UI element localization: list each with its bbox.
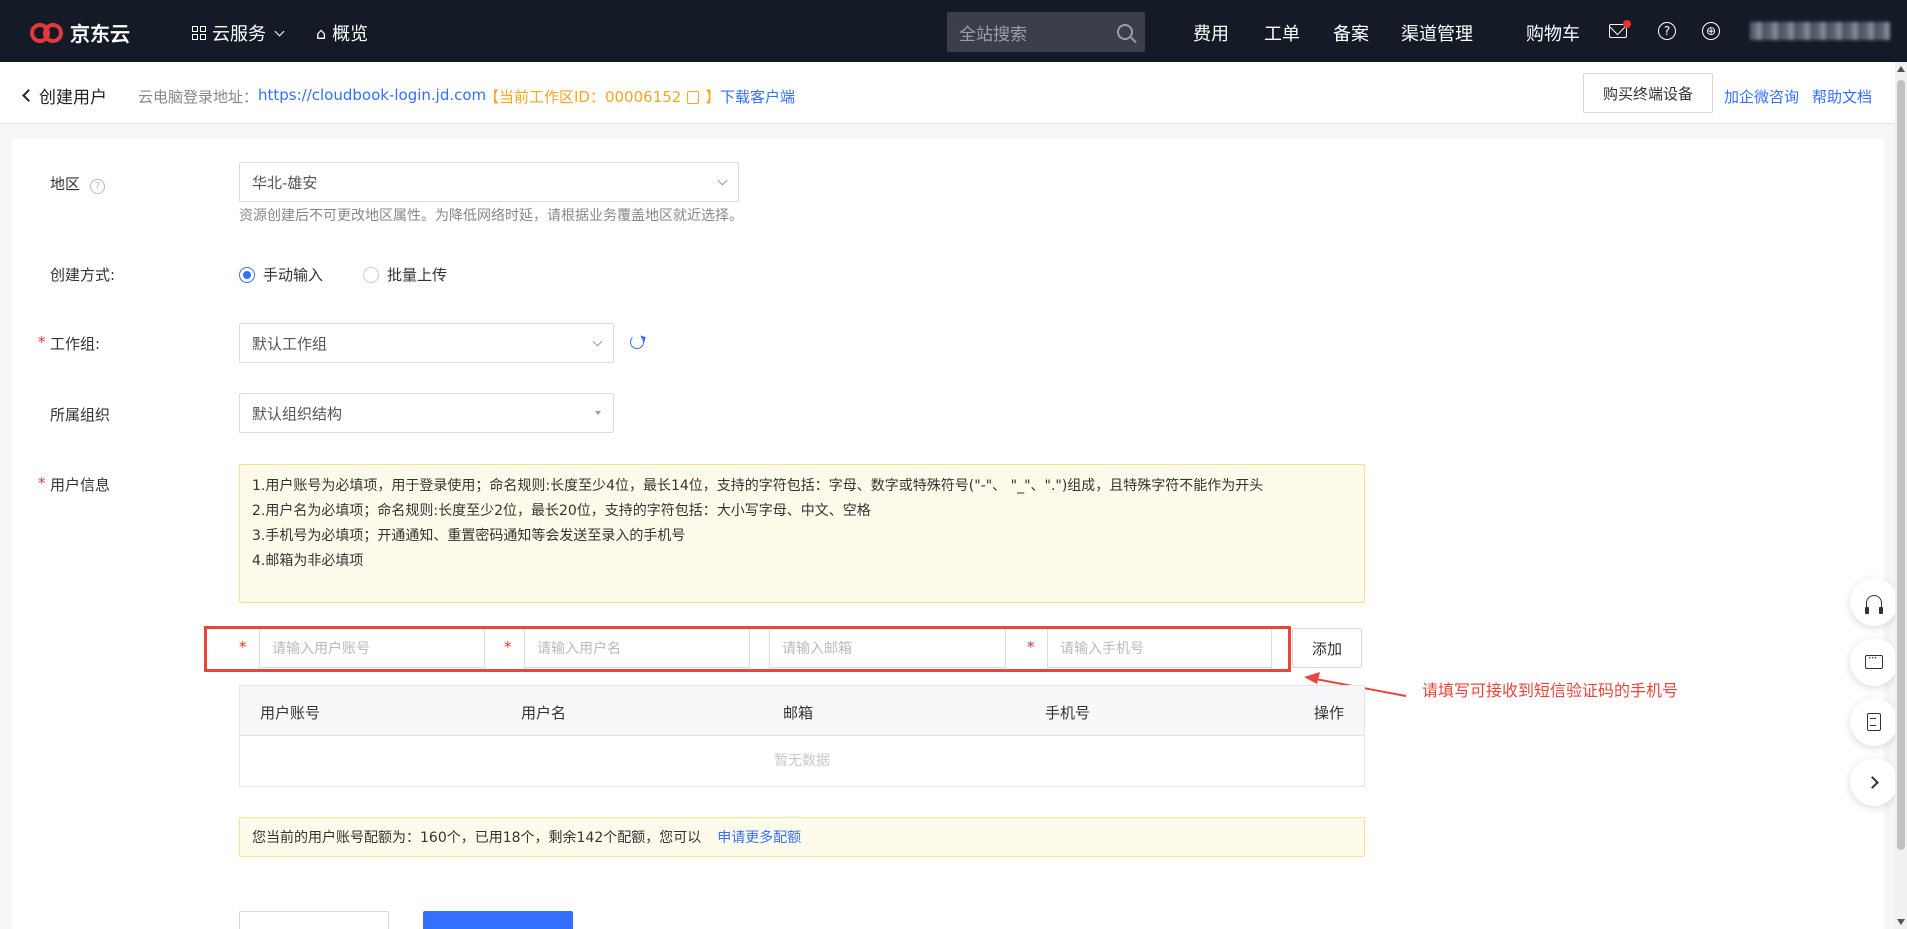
radio-batch-upload[interactable]: 批量上传 [363, 264, 447, 285]
table-empty-state: 暂无数据 [774, 753, 830, 769]
search-icon[interactable] [1117, 24, 1133, 40]
notification-dot [1623, 20, 1631, 28]
scroll-down-icon[interactable] [1897, 919, 1905, 925]
home-icon: ⌂ [316, 23, 327, 43]
chevron-down-icon [274, 26, 285, 36]
jd-cloud-logo-icon [30, 21, 64, 45]
quota-text: 您当前的用户账号配额为：160个，已用18个，剩余142个配额，您可以 [252, 830, 702, 846]
brand-logo[interactable]: 京东云 [30, 18, 130, 47]
user-table: 用户账号 用户名 邮箱 手机号 操作 暂无数据 [239, 685, 1365, 787]
org-label: 所属组织 [50, 406, 111, 424]
col-actions: 操作 [1313, 704, 1344, 722]
region-label-text: 地区 [50, 175, 81, 193]
wechat-consult-link[interactable]: 加企微咨询 [1724, 86, 1799, 107]
notice-line: 3.手机号为必填项；开通通知、重置密码通知等会发送至录入的手机号 [252, 528, 686, 544]
back-button[interactable]: 创建用户 [22, 83, 107, 108]
workspace-id-close: 】 [705, 88, 721, 106]
required-star: * [38, 474, 46, 492]
required-star: * [38, 333, 46, 351]
quota-notice: 您当前的用户账号配额为：160个，已用18个，剩余142个配额，您可以 申请更多… [239, 817, 1365, 857]
top-nav: 京东云 云服务 ⌂ 概览 全站搜索 费用 工单 备案 渠道管理 购物车 ? ⊕ [0, 0, 1907, 62]
radio-manual-input[interactable]: 手动输入 [239, 264, 323, 285]
highlight-box [204, 626, 1291, 672]
question-icon[interactable]: ? [90, 179, 106, 194]
region-label: 地区? [50, 173, 106, 194]
nav-link-filing[interactable]: 备案 [1333, 20, 1369, 46]
nav-link-tickets[interactable]: 工单 [1264, 20, 1300, 46]
col-account: 用户账号 [260, 704, 321, 722]
create-method-radio-group: 手动输入 批量上传 [239, 264, 447, 285]
region-hint: 资源创建后不可更改地区属性。为降低网络时延，请根据业务覆盖地区就近选择。 [239, 208, 743, 224]
search-placeholder: 全站搜索 [959, 24, 1027, 45]
clipboard-icon [1867, 713, 1881, 731]
radio-batch-label: 批量上传 [387, 266, 448, 284]
nav-link-cart[interactable]: 购物车 [1526, 20, 1580, 46]
nav-link-channel[interactable]: 渠道管理 [1401, 20, 1473, 46]
chevron-down-icon [592, 336, 603, 346]
headset-icon [1865, 595, 1883, 614]
overview-link[interactable]: ⌂ 概览 [316, 20, 368, 46]
brand-name: 京东云 [70, 22, 130, 46]
survey-button[interactable] [1850, 698, 1898, 746]
notice-line: 1.用户账号为必填项，用于登录使用；命名规则:长度至少4位，最长14位，支持的字… [252, 478, 1264, 494]
feedback-button[interactable] [1850, 638, 1898, 686]
radio-checked-icon [239, 266, 255, 283]
download-client-link[interactable]: 下载客户端 [720, 86, 795, 107]
scroll-up-icon[interactable] [1897, 66, 1905, 72]
confirm-button[interactable] [423, 911, 573, 929]
page-scrollbar[interactable] [1895, 62, 1907, 929]
help-docs-link[interactable]: 帮助文档 [1812, 86, 1872, 107]
add-user-button[interactable]: 添加 [1292, 628, 1362, 668]
help-icon[interactable]: ? [1658, 22, 1676, 40]
create-method-label: 创建方式: [50, 266, 116, 284]
userinfo-rules-notice: 1.用户账号为必填项，用于登录使用；命名规则:长度至少4位，最长14位，支持的字… [239, 464, 1365, 603]
refresh-icon[interactable] [630, 335, 644, 349]
col-email: 邮箱 [783, 704, 814, 722]
user-account-menu[interactable] [1750, 22, 1890, 40]
copy-icon[interactable] [687, 91, 700, 104]
overview-label: 概览 [332, 24, 369, 45]
org-select[interactable]: 默认组织结构 [239, 393, 614, 433]
login-url-link[interactable]: https://cloudbook-login.jd.com [258, 86, 486, 104]
global-search-input[interactable]: 全站搜索 [947, 12, 1145, 52]
workspace-id-text: 【当前工作区ID：00006152 [484, 88, 682, 106]
col-username: 用户名 [521, 704, 567, 722]
cloud-services-label: 云服务 [212, 24, 266, 45]
notice-line: 4.邮箱为非必填项 [252, 553, 364, 569]
region-value: 华北-雄安 [252, 173, 318, 192]
phone-annotation: 请填写可接收到短信验证码的手机号 [1422, 681, 1679, 700]
col-phone: 手机号 [1045, 704, 1091, 722]
customer-service-button[interactable] [1850, 578, 1898, 626]
chevron-right-icon [1865, 775, 1879, 789]
chevron-left-icon [22, 89, 35, 102]
region-select[interactable]: 华北-雄安 [239, 162, 739, 202]
buy-terminal-button[interactable]: 购买终端设备 [1583, 73, 1713, 113]
scrollbar-thumb[interactable] [1897, 80, 1905, 850]
caret-down-icon [595, 411, 601, 415]
org-value: 默认组织结构 [252, 404, 343, 423]
chat-icon [1865, 651, 1883, 669]
radio-manual-label: 手动输入 [263, 266, 324, 284]
login-url-label: 云电脑登录地址： [138, 88, 259, 106]
chevron-down-icon [717, 175, 728, 185]
page-title: 创建用户 [39, 88, 107, 108]
workgroup-label: 工作组: [50, 335, 101, 353]
userinfo-label: 用户信息 [50, 476, 111, 494]
notice-line: 2.用户名为必填项；命名规则:长度至少2位，最长20位，支持的字符包括：大小写字… [252, 503, 871, 519]
workgroup-select[interactable]: 默认工作组 [239, 323, 614, 363]
cloud-services-menu[interactable]: 云服务 [192, 20, 285, 46]
grid-icon [192, 26, 206, 40]
workgroup-value: 默认工作组 [252, 334, 328, 353]
nav-link-billing[interactable]: 费用 [1193, 20, 1229, 46]
table-header: 用户账号 用户名 邮箱 手机号 操作 [240, 686, 1364, 736]
globe-icon[interactable]: ⊕ [1702, 22, 1720, 40]
cancel-button[interactable] [239, 911, 389, 929]
radio-unchecked-icon [363, 266, 380, 283]
workspace-id: 【当前工作区ID：00006152 】 [484, 86, 720, 107]
apply-quota-link[interactable]: 申请更多配额 [717, 827, 801, 847]
collapse-tools-button[interactable] [1850, 758, 1898, 806]
page-header: 创建用户 云电脑登录地址： https://cloudbook-login.jd… [0, 62, 1895, 124]
